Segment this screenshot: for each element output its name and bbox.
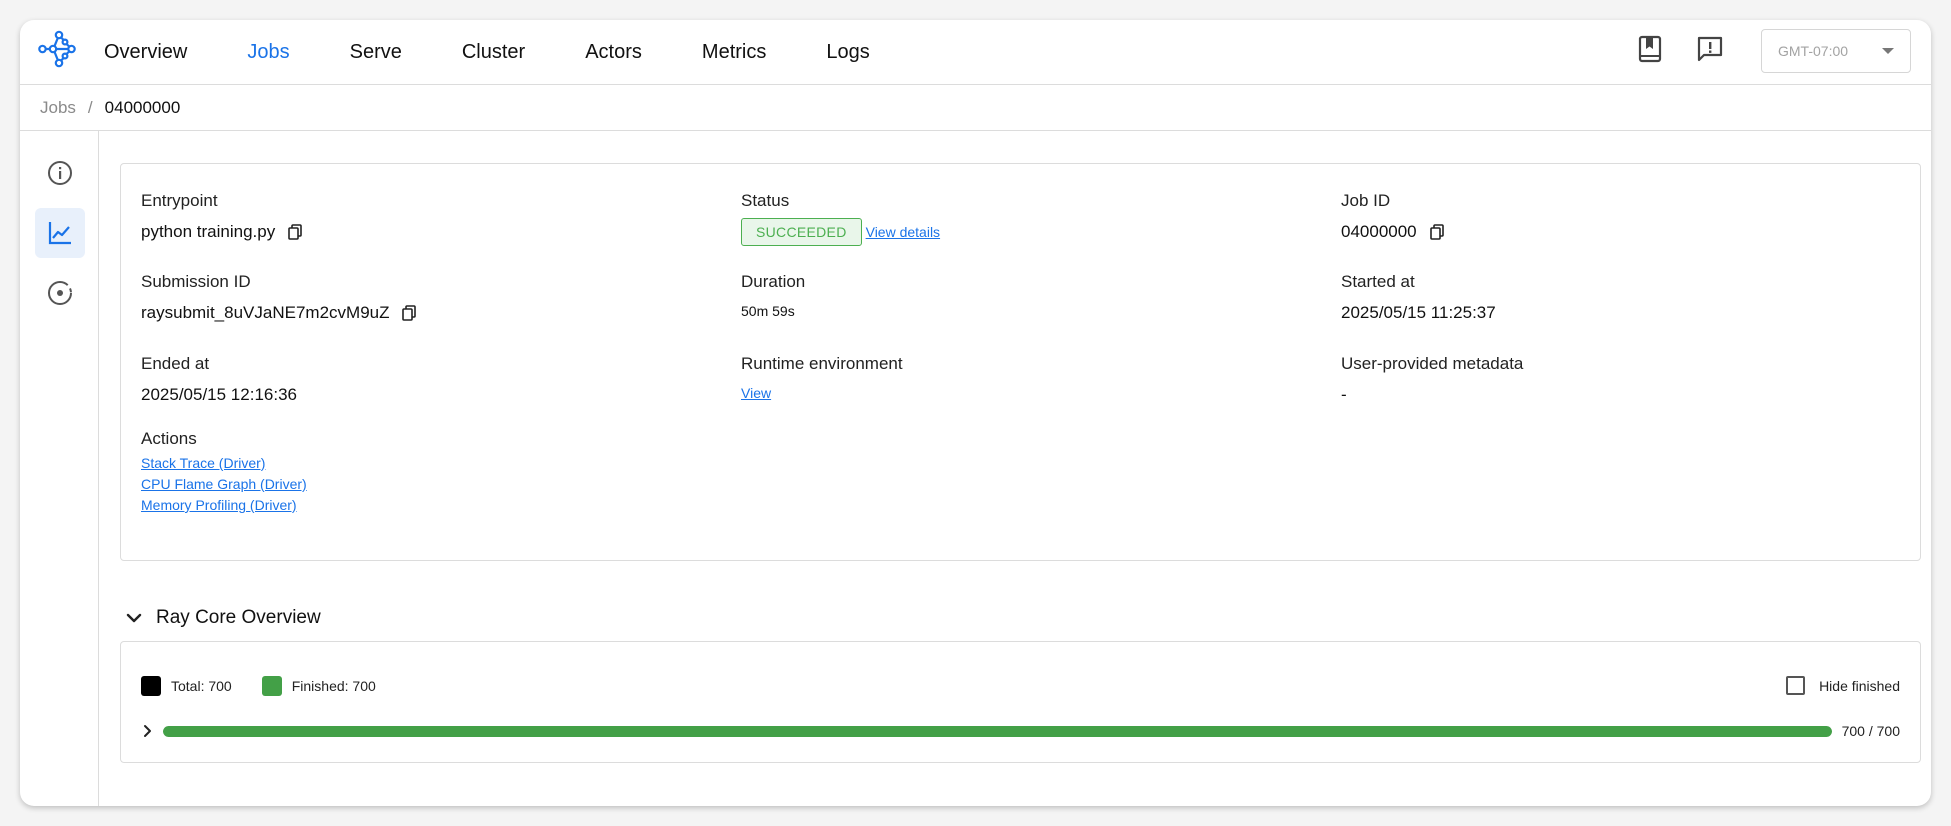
duration-value: 50m 59s [741,303,795,319]
sidebar-item-metrics[interactable] [35,208,85,258]
progress-fill [163,725,1832,737]
memory-profiling-link[interactable]: Memory Profiling (Driver) [141,497,307,513]
actions-field: Actions Stack Trace (Driver) CPU Flame G… [141,429,307,513]
progress-text: 700 / 700 [1841,723,1900,739]
submission-id-field: Submission ID raysubmit_8uVJaNE7m2cvM9uZ [141,272,417,323]
info-icon [48,161,72,185]
status-field: Status SUCCEEDED View details [741,191,940,246]
entrypoint-label: Entrypoint [141,191,218,210]
tab-serve[interactable]: Serve [350,41,402,64]
runtime-env-field: Runtime environment View [741,354,903,401]
actions-label: Actions [141,429,197,448]
tab-logs[interactable]: Logs [826,41,869,64]
legend-swatch-total [141,676,161,696]
started-at-field: Started at 2025/05/15 11:25:37 [1341,272,1496,323]
timezone-value: GMT-07:00 [1778,43,1849,59]
tab-actors[interactable]: Actors [585,41,642,64]
docs-book-icon[interactable] [1635,34,1665,64]
hide-finished-label: Hide finished [1819,677,1900,694]
legend-finished: Finished: 700 [261,676,376,696]
status-label: Status [741,191,790,210]
sidebar-item-tasks[interactable] [35,268,85,318]
ended-at-value: 2025/05/15 12:16:36 [141,385,297,404]
tab-jobs[interactable]: Jobs [247,41,289,64]
feedback-icon[interactable] [1695,34,1725,64]
breadcrumb: Jobs / 04000000 [20,85,1931,131]
chevron-down-icon [126,613,142,623]
tab-metrics[interactable]: Metrics [702,41,766,64]
checkbox-box[interactable] [1786,676,1806,695]
progress-track [163,725,1832,737]
copy-icon[interactable] [287,224,303,240]
chevron-right-icon[interactable] [139,723,155,739]
legend-finished-label: Finished: 700 [291,678,376,694]
status-badge: SUCCEEDED [741,218,862,246]
chart-line-icon [48,222,71,245]
entrypoint-value: python training.py [141,222,276,241]
timezone-select[interactable]: GMT-07:00 [1761,29,1911,73]
top-navigation: Overview Jobs Serve Cluster Actors Metri… [20,20,1931,85]
tab-overview[interactable]: Overview [104,41,187,64]
tab-cluster[interactable]: Cluster [462,41,525,64]
runtime-env-view-link[interactable]: View [741,385,771,401]
started-at-label: Started at [1341,272,1415,291]
ray-core-overview-toggle[interactable]: Ray Core Overview [124,603,321,633]
runtime-env-label: Runtime environment [741,354,903,373]
ended-at-label: Ended at [141,354,210,373]
job-id-field: Job ID 04000000 [1341,191,1445,242]
copy-icon[interactable] [401,305,417,321]
ended-at-field: Ended at 2025/05/15 12:16:36 [141,354,297,405]
copy-icon[interactable] [1429,224,1445,240]
breadcrumb-separator: / [87,97,93,117]
hide-finished-checkbox[interactable]: Hide finished [1786,676,1900,695]
stack-trace-link[interactable]: Stack Trace (Driver) [141,455,307,471]
started-at-value: 2025/05/15 11:25:37 [1341,303,1496,322]
metadata-label: User-provided metadata [1341,354,1524,373]
record-circle-icon [48,281,72,305]
view-details-link[interactable]: View details [866,224,940,240]
section-title: Ray Core Overview [156,607,321,628]
action-links: Stack Trace (Driver) CPU Flame Graph (Dr… [141,455,307,513]
ray-logo-icon[interactable] [38,30,76,68]
app-window: Overview Jobs Serve Cluster Actors Metri… [20,20,1931,806]
legend-swatch-finished [261,676,282,696]
submission-id-label: Submission ID [141,272,251,291]
legend-total-label: Total: 700 [171,678,232,694]
job-id-value: 04000000 [1341,222,1417,241]
job-id-label: Job ID [1341,191,1391,210]
sidebar [20,131,99,806]
job-info-card: Entrypoint python training.py Submission… [120,163,1921,561]
submission-id-value: raysubmit_8uVJaNE7m2cvM9uZ [141,303,390,322]
metadata-value: - [1341,385,1347,404]
progress-legend: Total: 700 Finished: 700 [141,676,406,696]
ray-core-overview-card: Total: 700 Finished: 700 Hide finished 7… [120,641,1921,763]
breadcrumb-current: 04000000 [104,97,181,117]
nav-tabs: Overview Jobs Serve Cluster Actors Metri… [104,20,930,85]
caret-down-icon [1882,48,1894,54]
sidebar-item-info[interactable] [35,148,85,198]
cpu-flame-graph-link[interactable]: CPU Flame Graph (Driver) [141,476,307,492]
duration-label: Duration [741,272,806,291]
breadcrumb-jobs-link[interactable]: Jobs [40,98,76,118]
progress-row: 700 / 700 [139,721,1900,741]
entrypoint-field: Entrypoint python training.py [141,191,303,242]
legend-total: Total: 700 [141,676,232,696]
metadata-field: User-provided metadata - [1341,354,1523,405]
duration-field: Duration 50m 59s [741,272,805,319]
